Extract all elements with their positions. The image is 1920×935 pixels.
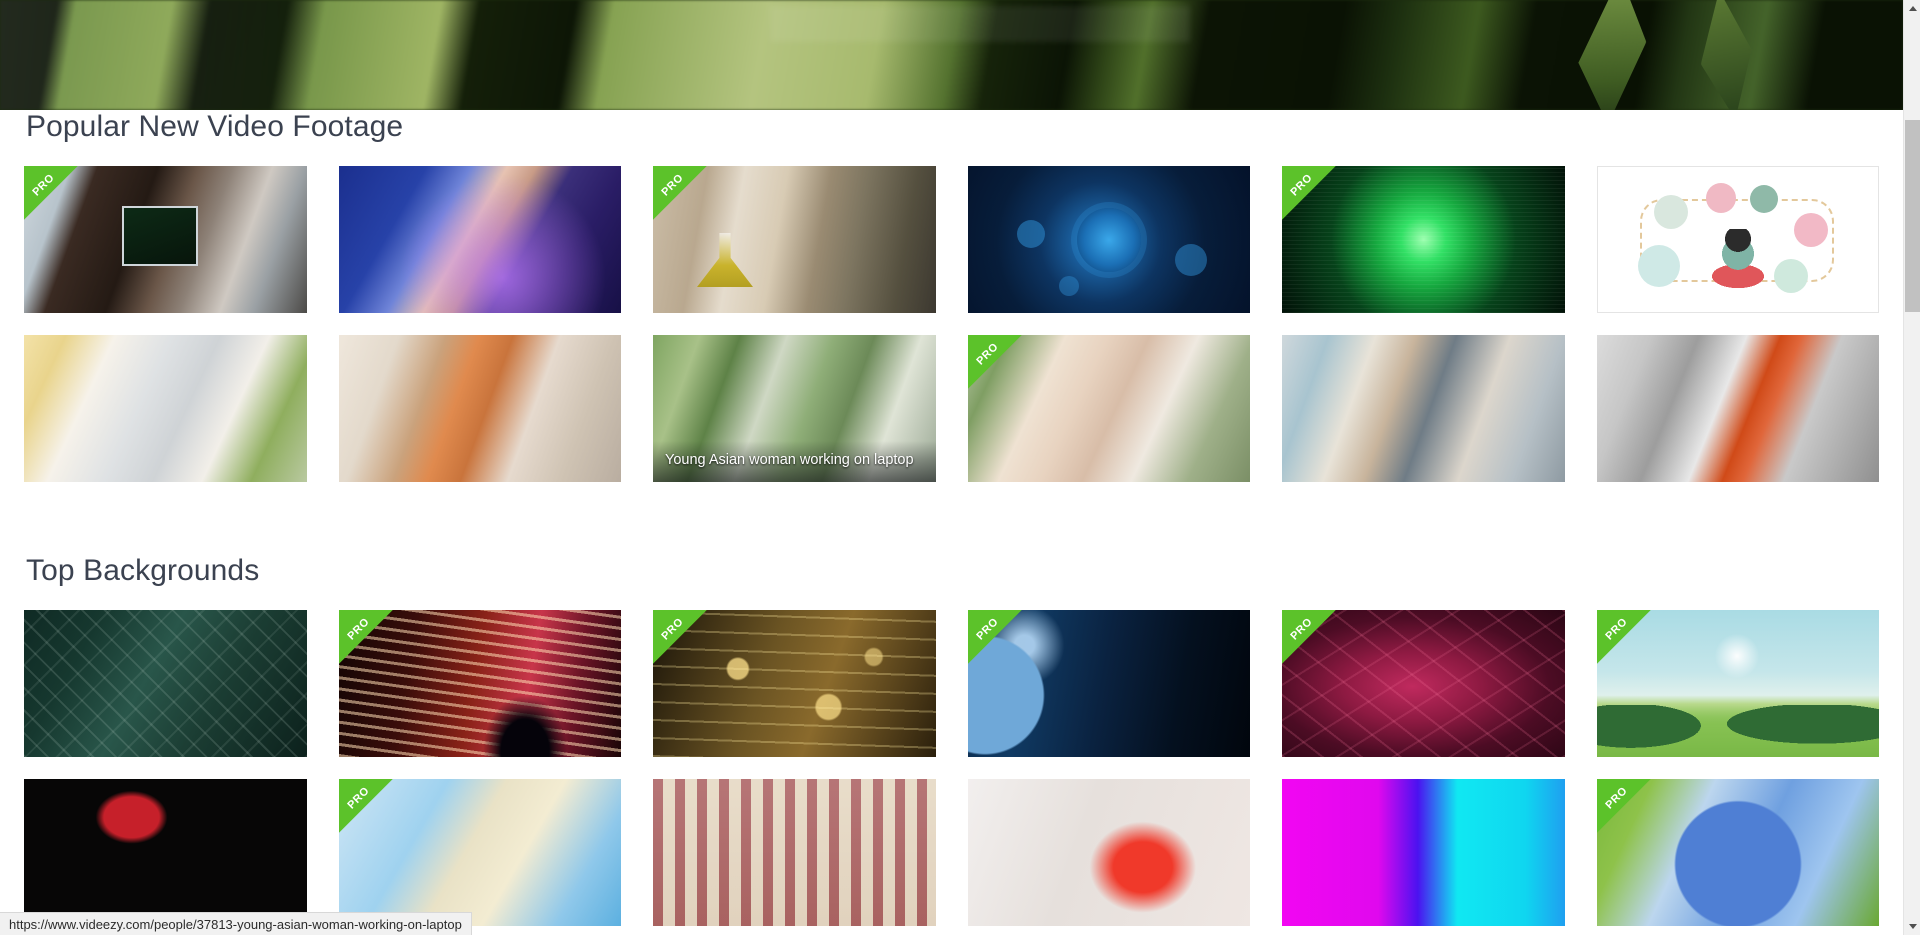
thumbnail-grid: PRO PRO PRO — [24, 166, 1879, 313]
thumbnail-image — [1282, 166, 1565, 313]
browser-page: Popular New Video Footage PRO PRO PRO Young … — [0, 0, 1920, 935]
video-thumbnail-card[interactable]: PRO — [653, 610, 936, 757]
thumbnail-image — [24, 335, 307, 482]
thumbnail-image — [338, 335, 621, 482]
thumbnail-grid: PRO PRO — [24, 779, 1879, 926]
video-thumbnail-card[interactable] — [967, 166, 1250, 313]
video-thumbnail-card[interactable]: PRO — [653, 166, 936, 313]
video-thumbnail-card[interactable]: PRO — [1596, 610, 1879, 757]
scrollbar-thumb[interactable] — [1905, 120, 1920, 312]
main-content: Popular New Video Footage PRO PRO PRO Young … — [0, 110, 1903, 926]
thumbnail-image — [24, 610, 307, 757]
thumbnail-grid: Young Asian woman working on laptop PRO — [24, 335, 1879, 482]
thumbnail-grid: PRO PRO PRO PRO PRO — [24, 610, 1879, 757]
thumbnail-image — [967, 335, 1250, 482]
thumbnail-image — [1596, 335, 1879, 482]
video-thumbnail-card[interactable]: PRO — [338, 610, 621, 757]
thumbnail-image — [338, 166, 621, 313]
thumbnail-image — [24, 166, 307, 313]
video-thumbnail-card[interactable] — [338, 166, 621, 313]
video-thumbnail-card[interactable] — [24, 779, 307, 926]
illustration-icon — [1637, 245, 1680, 287]
illustration-icon — [1653, 195, 1688, 229]
illustration-icon — [1705, 183, 1736, 213]
thumbnail-image — [338, 779, 621, 926]
thumbnail-image — [1282, 779, 1565, 926]
video-thumbnail-card[interactable] — [1596, 166, 1879, 313]
video-thumbnail-card[interactable]: PRO — [1282, 166, 1565, 313]
thumbnail-image — [653, 166, 936, 313]
thumbnail-image — [967, 610, 1250, 757]
thumbnail-image — [338, 610, 621, 757]
thumbnail-image — [1596, 610, 1879, 757]
video-thumbnail-card[interactable]: PRO — [967, 610, 1250, 757]
video-thumbnail-card[interactable] — [24, 610, 307, 757]
sections-container: Popular New Video Footage PRO PRO PRO Young … — [24, 110, 1879, 926]
thumbnail-image — [653, 779, 936, 926]
video-hero-banner[interactable] — [0, 0, 1903, 110]
video-thumbnail-card[interactable] — [1282, 335, 1565, 482]
illustration-icon — [1773, 259, 1808, 293]
page-scrollbar[interactable] — [1903, 0, 1920, 935]
illustration-icon — [1749, 185, 1778, 213]
thumbnail-image — [1282, 610, 1565, 757]
video-thumbnail-card[interactable]: PRO — [967, 335, 1250, 482]
illustration-person — [1710, 229, 1765, 291]
video-thumbnail-card[interactable]: PRO — [24, 166, 307, 313]
section-title: Popular New Video Footage — [26, 110, 404, 143]
scroll-down-arrow-icon[interactable] — [1904, 918, 1920, 935]
thumbnail-caption: Young Asian woman working on laptop — [653, 441, 936, 482]
thumbnail-image — [1596, 779, 1879, 926]
video-thumbnail-card[interactable]: PRO — [338, 779, 621, 926]
video-thumbnail-card[interactable] — [1282, 779, 1565, 926]
video-thumbnail-card[interactable] — [967, 779, 1250, 926]
video-thumbnail-card[interactable]: Young Asian woman working on laptop — [653, 335, 936, 482]
thumbnail-image — [1597, 167, 1878, 312]
thumbnail-image — [1282, 335, 1565, 482]
sun-glow — [1715, 634, 1760, 678]
illustration-icon — [1793, 213, 1828, 247]
video-thumbnail-card[interactable]: PRO — [1596, 779, 1879, 926]
video-thumbnail-card[interactable]: PRO — [1282, 610, 1565, 757]
video-thumbnail-card[interactable] — [338, 335, 621, 482]
status-bar-url: https://www.videezy.com/people/37813-you… — [0, 912, 472, 935]
thumbnail-image — [653, 610, 936, 757]
hero-highlight-band — [770, 6, 1190, 42]
video-thumbnail-card[interactable] — [24, 335, 307, 482]
thumbnail-image — [967, 166, 1250, 313]
scroll-up-arrow-icon[interactable] — [1904, 0, 1920, 17]
thumbnail-image — [24, 779, 307, 926]
thumbnail-image — [967, 779, 1250, 926]
section-title: Top Backgrounds — [26, 554, 260, 587]
video-thumbnail-card[interactable] — [1596, 335, 1879, 482]
video-thumbnail-card[interactable] — [653, 779, 936, 926]
